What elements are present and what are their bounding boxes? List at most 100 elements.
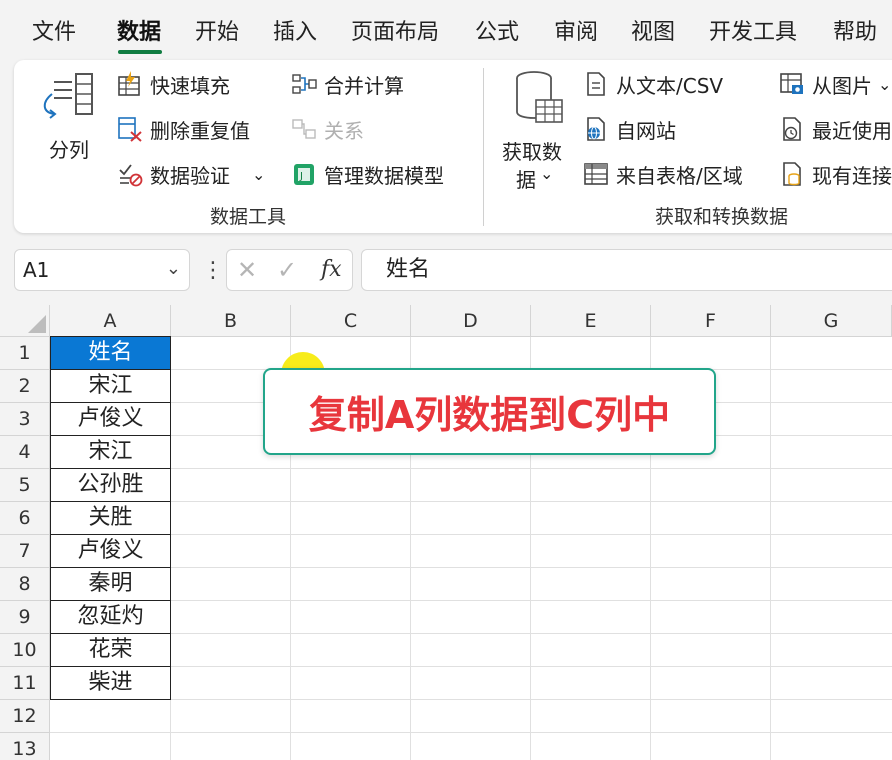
gridline	[50, 468, 892, 469]
gridline	[50, 501, 892, 502]
tab-home[interactable]: 开始	[195, 14, 239, 46]
from-web-button[interactable]: 自网站	[582, 114, 676, 144]
name-box-value: A1	[23, 258, 50, 282]
database-icon	[516, 71, 563, 123]
tab-file[interactable]: 文件	[32, 14, 76, 46]
column-header-d[interactable]: D	[411, 305, 531, 337]
data-validation-button[interactable]: 数据验证 ⌄	[116, 159, 265, 189]
consolidate-button[interactable]: 合并计算	[290, 69, 404, 99]
row-header[interactable]: 1	[0, 337, 50, 370]
gridline	[50, 732, 892, 733]
cell-a7[interactable]: 卢俊义	[50, 535, 171, 568]
relationships-icon	[290, 115, 318, 143]
row-header[interactable]: 10	[0, 634, 50, 667]
from-text-csv-button[interactable]: 从文本/CSV	[582, 69, 723, 99]
chevron-down-icon: ⌄	[540, 164, 554, 183]
from-text-csv-label: 从文本/CSV	[616, 73, 724, 98]
active-tab-indicator	[118, 50, 162, 54]
cell-a6[interactable]: 关胜	[50, 502, 171, 535]
remove-duplicates-button[interactable]: 删除重复值	[116, 114, 250, 144]
formula-input[interactable]: 姓名	[361, 249, 892, 291]
get-transform-group-label: 获取和转换数据	[655, 206, 789, 228]
row-header[interactable]: 8	[0, 568, 50, 601]
column-header-f[interactable]: F	[651, 305, 771, 337]
consolidate-label: 合并计算	[324, 73, 404, 98]
gridline	[50, 534, 892, 535]
row-header[interactable]: 12	[0, 700, 50, 733]
flash-fill-icon	[116, 70, 144, 98]
row-header[interactable]: 3	[0, 403, 50, 436]
manage-data-model-button[interactable]: J 管理数据模型	[290, 159, 444, 189]
cell-a9[interactable]: 忽延灼	[50, 601, 171, 634]
cell-a1[interactable]: 姓名	[50, 336, 171, 370]
from-web-label: 自网站	[616, 118, 676, 143]
remove-duplicates-icon	[116, 115, 144, 143]
column-header-c[interactable]: C	[291, 305, 411, 337]
chevron-down-icon[interactable]: ⌄	[878, 75, 891, 94]
tab-page-layout[interactable]: 页面布局	[351, 14, 439, 46]
from-table-range-button[interactable]: 来自表格/区域	[582, 159, 743, 189]
consolidate-icon	[290, 70, 318, 98]
data-tools-group-label: 数据工具	[210, 206, 287, 228]
get-data-button[interactable]: 获取数 据 ⌄	[498, 68, 576, 192]
confirm-entry-icon[interactable]: ✓	[277, 256, 297, 284]
gridline	[770, 337, 771, 760]
tab-data[interactable]: 数据	[117, 14, 161, 46]
tab-developer[interactable]: 开发工具	[709, 14, 797, 46]
cancel-entry-icon[interactable]: ✕	[237, 256, 257, 284]
cell-a5[interactable]: 公孙胜	[50, 469, 171, 502]
split-column-button[interactable]: 分列	[38, 68, 100, 162]
from-picture-button[interactable]: 从图片 ⌄	[778, 69, 891, 99]
cell-a8[interactable]: 秦明	[50, 568, 171, 601]
get-data-label-line2: 据	[516, 168, 536, 192]
cell-a2[interactable]: 宋江	[50, 370, 171, 403]
gridline	[50, 699, 892, 700]
gridline	[50, 633, 892, 634]
tab-review[interactable]: 审阅	[554, 14, 598, 46]
existing-connections-button[interactable]: 现有连接	[778, 159, 892, 189]
row-header[interactable]: 13	[0, 733, 50, 760]
tab-help[interactable]: 帮助	[833, 14, 877, 46]
row-header[interactable]: 7	[0, 535, 50, 568]
gridline	[50, 567, 892, 568]
tab-formulas[interactable]: 公式	[475, 14, 519, 46]
cell-a10[interactable]: 花荣	[50, 634, 171, 667]
picture-table-icon	[778, 70, 806, 98]
select-all-button[interactable]	[0, 305, 50, 337]
row-header[interactable]: 5	[0, 469, 50, 502]
existing-connections-icon	[778, 160, 806, 188]
split-column-icon	[43, 73, 93, 119]
chevron-down-icon[interactable]: ⌄	[166, 258, 181, 279]
cell-a11[interactable]: 柴进	[50, 667, 171, 700]
tab-insert[interactable]: 插入	[273, 14, 317, 46]
cell-a4[interactable]: 宋江	[50, 436, 171, 469]
row-header[interactable]: 11	[0, 667, 50, 700]
instruction-callout: 复制A列数据到C列中	[263, 368, 716, 455]
name-box[interactable]: A1 ⌄	[14, 249, 190, 291]
row-header[interactable]: 2	[0, 370, 50, 403]
ribbon-tab-bar: 文件 数据 开始 插入 页面布局 公式 审阅 视图 开发工具 帮助	[0, 0, 892, 58]
more-options-icon[interactable]: ⋮	[202, 258, 224, 283]
row-header[interactable]: 9	[0, 601, 50, 634]
from-picture-label: 从图片	[812, 73, 872, 98]
ribbon-group-divider	[483, 68, 484, 226]
ribbon-panel: 分列 快速填充 删除重复值 数据验证 ⌄ 合并计算 关系 J 管理数据模型 数据…	[14, 60, 892, 233]
insert-function-icon[interactable]: fx	[321, 257, 342, 282]
from-table-range-label: 来自表格/区域	[616, 163, 743, 188]
column-header-g[interactable]: G	[771, 305, 892, 337]
column-header-a[interactable]: A	[50, 305, 171, 337]
column-header-b[interactable]: B	[171, 305, 291, 337]
recent-sources-button[interactable]: 最近使用	[778, 114, 892, 144]
tab-view[interactable]: 视图	[631, 14, 675, 46]
remove-duplicates-label: 删除重复值	[150, 118, 250, 143]
data-validation-label: 数据验证	[150, 163, 230, 188]
row-header[interactable]: 6	[0, 502, 50, 535]
table-icon	[582, 160, 610, 188]
relationships-button[interactable]: 关系	[290, 114, 364, 144]
chevron-down-icon[interactable]: ⌄	[252, 165, 265, 184]
gridline	[50, 600, 892, 601]
flash-fill-button[interactable]: 快速填充	[116, 69, 230, 99]
column-header-e[interactable]: E	[531, 305, 651, 337]
row-header[interactable]: 4	[0, 436, 50, 469]
cell-a3[interactable]: 卢俊义	[50, 403, 171, 436]
